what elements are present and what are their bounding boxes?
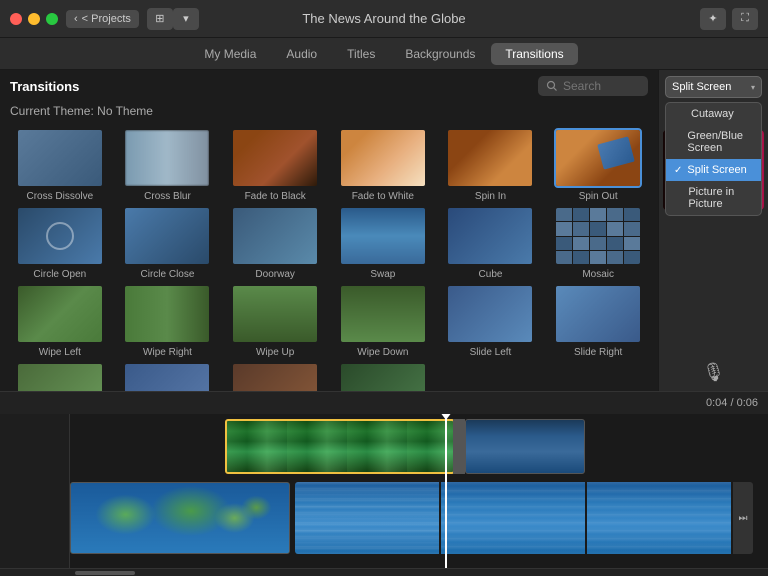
clip-waterfall-3[interactable] [587, 482, 731, 554]
transition-circle-close[interactable]: Circle Close [116, 206, 220, 280]
dropdown-item-split-screen[interactable]: ✓ Split Screen [666, 159, 761, 181]
timeline-header: 0:04 / 0:06 [0, 392, 768, 414]
grid-icon: ⊞ [155, 12, 164, 25]
world-map-visual [71, 483, 289, 553]
transition-wipe-down[interactable]: Wipe Down [331, 284, 435, 358]
video-track-world-map[interactable] [70, 482, 290, 554]
transition-wipe-left[interactable]: Wipe Left [8, 284, 112, 358]
transition-spin-out[interactable]: Spin Out [546, 128, 650, 202]
grid-view-button[interactable]: ⊞ [147, 8, 173, 30]
track-end-button[interactable]: ⏭ [733, 482, 753, 554]
mic-area: 🎙 [659, 354, 768, 391]
transition-wipe-up[interactable]: Wipe Up [223, 284, 327, 358]
nav-tabs: My Media Audio Titles Backgrounds Transi… [0, 38, 768, 70]
clip-waterfall-1[interactable] [295, 482, 439, 554]
timeline-scrollbar[interactable] [0, 568, 768, 576]
transitions-grid: Cross Dissolve Cross Blur Fade to Black … [0, 124, 658, 391]
main-content: Transitions Current Theme: No Theme Cros… [0, 70, 768, 391]
right-panel: Split Screen ▾ Cutaway Green/Blue Screen… [658, 70, 768, 391]
search-input[interactable] [563, 79, 633, 93]
clip-aurora[interactable] [225, 419, 455, 474]
clip-mountains[interactable] [465, 419, 585, 474]
transition-slide-left[interactable]: Slide Left [439, 284, 543, 358]
timeline-area: 0:04 / 0:06 [0, 391, 768, 576]
tab-my-media[interactable]: My Media [190, 43, 270, 65]
close-button[interactable] [10, 13, 22, 25]
track-end-icon: ⏭ [739, 513, 748, 524]
clip-waterfall-2[interactable] [441, 482, 585, 554]
dropdown-button[interactable]: Split Screen ▾ [665, 76, 762, 98]
video-track-waterfall: ⏭ [295, 482, 753, 554]
panel-header: Transitions [0, 70, 658, 102]
magic-wand-button[interactable]: ✦ [700, 8, 726, 30]
playhead[interactable] [445, 414, 447, 568]
transition-fade-to-white[interactable]: Fade to White [331, 128, 435, 202]
maximize-button[interactable] [46, 13, 58, 25]
transition-marker [453, 419, 465, 474]
transition-mosaic[interactable]: Mosaic [546, 206, 650, 280]
tab-titles[interactable]: Titles [333, 43, 389, 65]
transition-spin-in[interactable]: Spin In [439, 128, 543, 202]
current-theme-label: Current Theme: No Theme [0, 102, 658, 124]
timeline-tracks: ⏭ [70, 414, 768, 568]
transition-wipe-right[interactable]: Wipe Right [116, 284, 220, 358]
projects-button[interactable]: ‹ < Projects [66, 10, 139, 28]
search-icon [546, 80, 558, 92]
chevron-down-icon: ▾ [183, 12, 189, 25]
transition-partial-1[interactable] [8, 362, 112, 391]
transition-cross-blur[interactable]: Cross Blur [116, 128, 220, 202]
mic-icon[interactable]: 🎙 [702, 362, 725, 383]
window-title: The News Around the Globe [302, 11, 465, 26]
playhead-handle [440, 414, 452, 420]
titlebar: ‹ < Projects ⊞ ▾ The News Around the Glo… [0, 0, 768, 38]
transitions-panel: Transitions Current Theme: No Theme Cros… [0, 70, 658, 391]
dropdown-item-green-blue[interactable]: Green/Blue Screen [666, 125, 761, 159]
transition-fade-to-black[interactable]: Fade to Black [223, 128, 327, 202]
nav-down-button[interactable]: ▾ [173, 8, 199, 30]
back-icon: ‹ [74, 13, 78, 25]
transition-slide-right[interactable]: Slide Right [546, 284, 650, 358]
transition-partial-3[interactable] [223, 362, 327, 391]
check-icon: ✓ [674, 165, 682, 176]
time-display: 0:04 / 0:06 [706, 397, 758, 409]
clip-aurora-visual [227, 421, 453, 472]
world-continents [71, 483, 289, 553]
panel-title: Transitions [10, 79, 79, 94]
fullscreen-icon: ⛶ [741, 12, 749, 25]
search-box[interactable] [538, 76, 648, 96]
transition-partial-4[interactable] [331, 362, 435, 391]
dropdown-item-picture-in-picture[interactable]: Picture in Picture [666, 181, 761, 215]
transition-cube[interactable]: Cube [439, 206, 543, 280]
transition-swap[interactable]: Swap [331, 206, 435, 280]
timeline-left-panel [0, 414, 70, 568]
dropdown-item-cutaway[interactable]: Cutaway [666, 103, 761, 125]
tab-backgrounds[interactable]: Backgrounds [391, 43, 489, 65]
fullscreen-button[interactable]: ⛶ [732, 8, 758, 30]
transition-doorway[interactable]: Doorway [223, 206, 327, 280]
dropdown-menu: Cutaway Green/Blue Screen ✓ Split Screen… [665, 102, 762, 216]
tab-audio[interactable]: Audio [272, 43, 331, 65]
minimize-button[interactable] [28, 13, 40, 25]
titlebar-right-controls: ✦ ⛶ [700, 8, 758, 30]
transition-partial-2[interactable] [116, 362, 220, 391]
transition-cross-dissolve[interactable]: Cross Dissolve [8, 128, 112, 202]
transition-circle-open[interactable]: Circle Open [8, 206, 112, 280]
dropdown-arrow-icon: ▾ [751, 83, 755, 92]
tab-transitions[interactable]: Transitions [491, 43, 577, 65]
timeline-body: ⏭ [0, 414, 768, 568]
video-track-1 [225, 419, 753, 474]
traffic-lights [10, 13, 58, 25]
wand-icon: ✦ [708, 12, 717, 25]
split-screen-dropdown: Split Screen ▾ Cutaway Green/Blue Screen… [665, 76, 762, 98]
scroll-thumb[interactable] [75, 571, 135, 575]
